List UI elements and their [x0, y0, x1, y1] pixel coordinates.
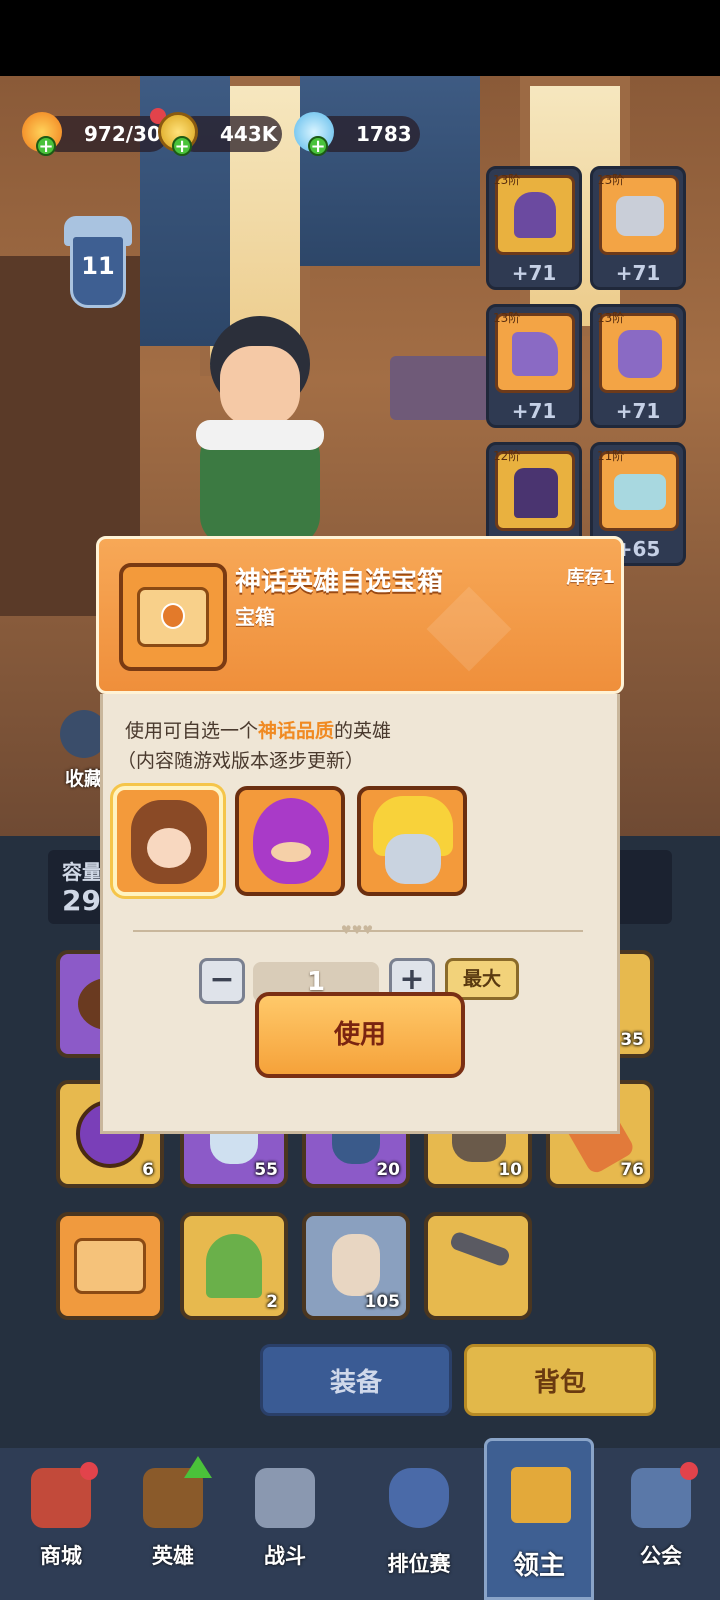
- desc-highlight: 神话品质: [258, 720, 335, 742]
- nav-guild[interactable]: 公会: [600, 1448, 720, 1600]
- item-type: 宝箱: [235, 605, 275, 629]
- dialog-header: 神话英雄自选宝箱 宝箱 库存1: [96, 536, 624, 694]
- notification-dot: [80, 1462, 98, 1480]
- chest-dialog: 神话英雄自选宝箱 宝箱 库存1 使用可自选一个神话品质的英雄 （内容随游戏版本逐…: [96, 536, 624, 1134]
- equip-slot-boots[interactable]: 13阶 +71: [486, 304, 582, 428]
- crown-banner-icon: [511, 1467, 571, 1523]
- flame-spirit-icon: [253, 798, 329, 884]
- equip-bonus: +71: [615, 399, 661, 423]
- nav-label: 战斗: [264, 1544, 306, 1568]
- notification-dot: [680, 1462, 698, 1480]
- item-count: 55: [254, 1160, 278, 1180]
- equip-slot-armor[interactable]: 13阶 +71: [590, 166, 686, 290]
- equip-bonus: +71: [511, 261, 557, 285]
- bottom-nav: 商城 英雄 战斗 排位赛 领主 公会: [0, 1438, 720, 1600]
- nav-label: 公会: [640, 1544, 682, 1568]
- tab-equip[interactable]: 装备: [260, 1344, 452, 1416]
- equip-tier: 12阶: [493, 449, 521, 463]
- wall-banner: [300, 76, 480, 266]
- add-gem-icon[interactable]: +: [308, 136, 328, 156]
- chest-icon: [74, 1238, 146, 1294]
- equip-tier: 13阶: [493, 311, 521, 325]
- item-count: 10: [498, 1160, 522, 1180]
- nav-lord[interactable]: 领主: [484, 1438, 594, 1600]
- nav-label: 英雄: [152, 1544, 194, 1568]
- use-button[interactable]: 使用: [255, 992, 465, 1078]
- dialog-title: 神话英雄自选宝箱: [235, 567, 444, 597]
- desc-prefix: 使用可自选一个: [125, 720, 259, 742]
- book-stack: [390, 356, 490, 420]
- add-gold-icon[interactable]: +: [172, 136, 192, 156]
- bag-item[interactable]: 2: [180, 1212, 288, 1320]
- tab-bag[interactable]: 背包: [464, 1344, 656, 1416]
- item-count: 2: [266, 1292, 278, 1312]
- hero-option-selected[interactable]: [113, 786, 223, 896]
- equip-slot-gauntlet[interactable]: 13阶 +71: [590, 304, 686, 428]
- status-bar: [0, 0, 720, 76]
- ranking-shield-icon: [389, 1468, 449, 1528]
- nav-ranking[interactable]: 排位赛: [358, 1448, 480, 1600]
- minus-button[interactable]: −: [199, 958, 245, 1004]
- hero-option[interactable]: [235, 786, 345, 896]
- armored-hero-icon: [385, 834, 441, 884]
- equip-bonus: +71: [615, 261, 661, 285]
- nav-label: 排位赛: [387, 1552, 451, 1576]
- level-badge[interactable]: 11: [58, 216, 138, 312]
- item-count: 20: [376, 1160, 400, 1180]
- chest-icon: [119, 563, 227, 671]
- item-count: 6: [142, 1160, 154, 1180]
- item-count: 76: [620, 1160, 644, 1180]
- hero-option[interactable]: [357, 786, 467, 896]
- equip-tier: 11阶: [597, 449, 625, 463]
- spirit-face: [271, 842, 311, 862]
- hero-face: [147, 828, 191, 868]
- nav-battle[interactable]: 战斗: [224, 1448, 346, 1600]
- bag-item[interactable]: [56, 1212, 164, 1320]
- hero-shard-icon: [332, 1234, 380, 1296]
- crossed-swords-icon: [255, 1468, 315, 1528]
- nav-label: 领主: [512, 1551, 565, 1581]
- pickaxe-icon: [448, 1230, 512, 1268]
- lord-character[interactable]: [190, 316, 330, 546]
- equip-tier: 13阶: [597, 173, 625, 187]
- equip-tier: 13阶: [597, 311, 625, 325]
- equip-slot-helmet[interactable]: 13阶 +71: [486, 166, 582, 290]
- dialog-body: 使用可自选一个神话品质的英雄 （内容随游戏版本逐步更新） ♥♥♥ − 1 + 最…: [100, 694, 620, 1134]
- nav-shop[interactable]: 商城: [0, 1448, 122, 1600]
- decor-diamond: [426, 586, 512, 672]
- heart-divider-icon: ♥♥♥: [340, 923, 374, 937]
- nav-hero[interactable]: 英雄: [112, 1448, 234, 1600]
- bag-item[interactable]: [424, 1212, 532, 1320]
- dialog-description: 使用可自选一个神话品质的英雄: [125, 716, 391, 743]
- nav-label: 商城: [40, 1544, 82, 1568]
- upgrade-arrow-icon: [184, 1456, 212, 1478]
- dialog-note: （内容随游戏版本逐步更新）: [117, 750, 365, 772]
- desc-suffix: 的英雄: [334, 720, 392, 742]
- stock-count: 库存1: [566, 567, 615, 588]
- equip-tier: 13阶: [493, 173, 521, 187]
- equip-bonus: +71: [511, 399, 557, 423]
- herb-icon: [206, 1234, 262, 1298]
- bag-item[interactable]: 105: [302, 1212, 410, 1320]
- add-stamina-icon[interactable]: +: [36, 136, 56, 156]
- lord-level: 11: [81, 252, 115, 280]
- item-count: 105: [364, 1292, 401, 1312]
